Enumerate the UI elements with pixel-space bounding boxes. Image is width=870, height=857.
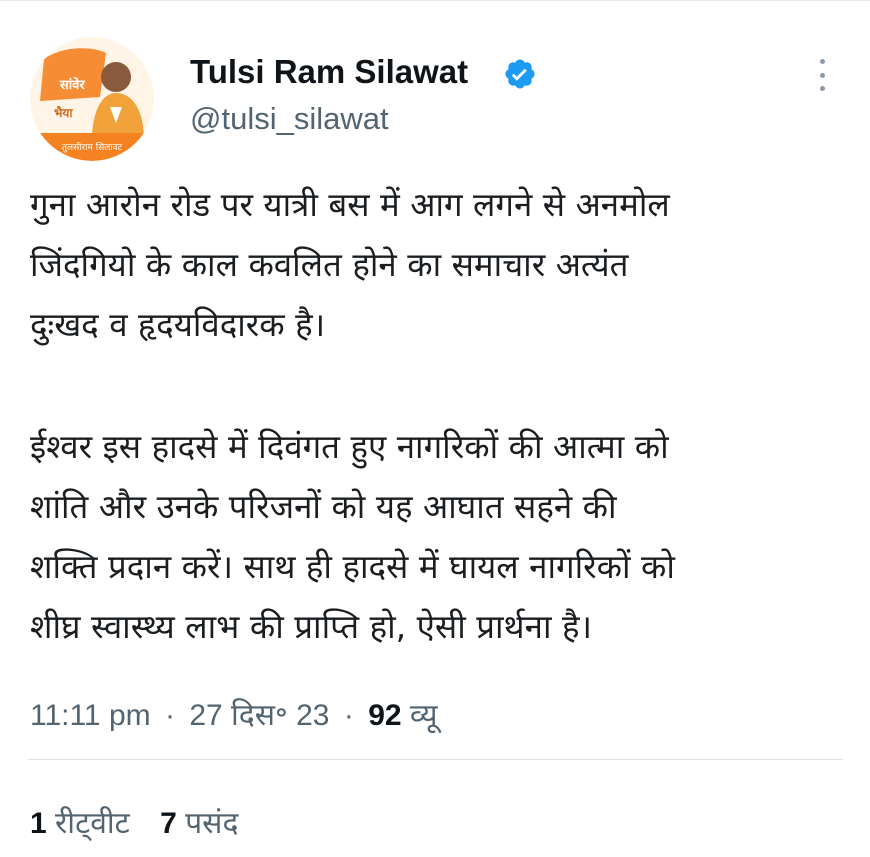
likes-label: पसंद <box>185 807 239 840</box>
user-handle[interactable]: @tulsi_silawat <box>190 101 389 137</box>
more-vertical-icon-dot-3 <box>819 86 825 91</box>
views-count[interactable]: 92 <box>368 699 401 732</box>
separator-dot: · <box>343 699 354 732</box>
engagement-stats: 1 रीट्वीट 7 पसंद <box>30 801 238 842</box>
tweet-detail-page: सांवेर भैया तुलसीराम सिलावट Tulsi Ram Si… <box>0 0 870 857</box>
separator-dot: · <box>164 699 175 732</box>
avatar-image: सांवेर भैया तुलसीराम सिलावट <box>30 37 154 161</box>
tweet-paragraph-1: गुना आरोन रोड पर यात्री बस में आग लगने स… <box>30 185 670 344</box>
avatar-text-banner: तुलसीराम सिलावट <box>62 141 123 153</box>
avatar-text-top: सांवेर <box>59 77 85 93</box>
tweet-time[interactable]: 11:11 pm <box>30 699 151 732</box>
divider <box>28 759 843 760</box>
retweets-label: रीट्वीट <box>55 807 130 840</box>
likes-link[interactable]: 7 पसंद <box>160 807 238 840</box>
tweet-metadata: 11:11 pm · 27 दिस॰ 23 · 92 व्यू <box>30 693 438 734</box>
user-display-name[interactable]: Tulsi Ram Silawat <box>190 53 468 91</box>
avatar[interactable]: सांवेर भैया तुलसीराम सिलावट <box>30 37 154 161</box>
retweets-link[interactable]: 1 रीट्वीट <box>30 807 130 840</box>
retweets-count: 1 <box>30 807 47 840</box>
more-vertical-icon <box>819 59 825 64</box>
verified-badge-icon <box>505 59 535 89</box>
more-vertical-icon-dot-2 <box>819 72 825 78</box>
likes-count: 7 <box>160 807 177 840</box>
views-label[interactable]: व्यू <box>410 699 438 732</box>
tweet-date[interactable]: 27 दिस॰ 23 <box>189 699 329 732</box>
more-options-button[interactable] <box>808 57 836 93</box>
tweet-text: गुना आरोन रोड पर यात्री बस में आग लगने स… <box>30 175 845 657</box>
tweet-header: सांवेर भैया तुलसीराम सिलावट Tulsi Ram Si… <box>0 1 870 161</box>
tweet-paragraph-2: ईश्वर इस हादसे में दिवंगत हुए नागरिकों क… <box>30 427 675 646</box>
avatar-text-mid: भैया <box>54 106 73 120</box>
